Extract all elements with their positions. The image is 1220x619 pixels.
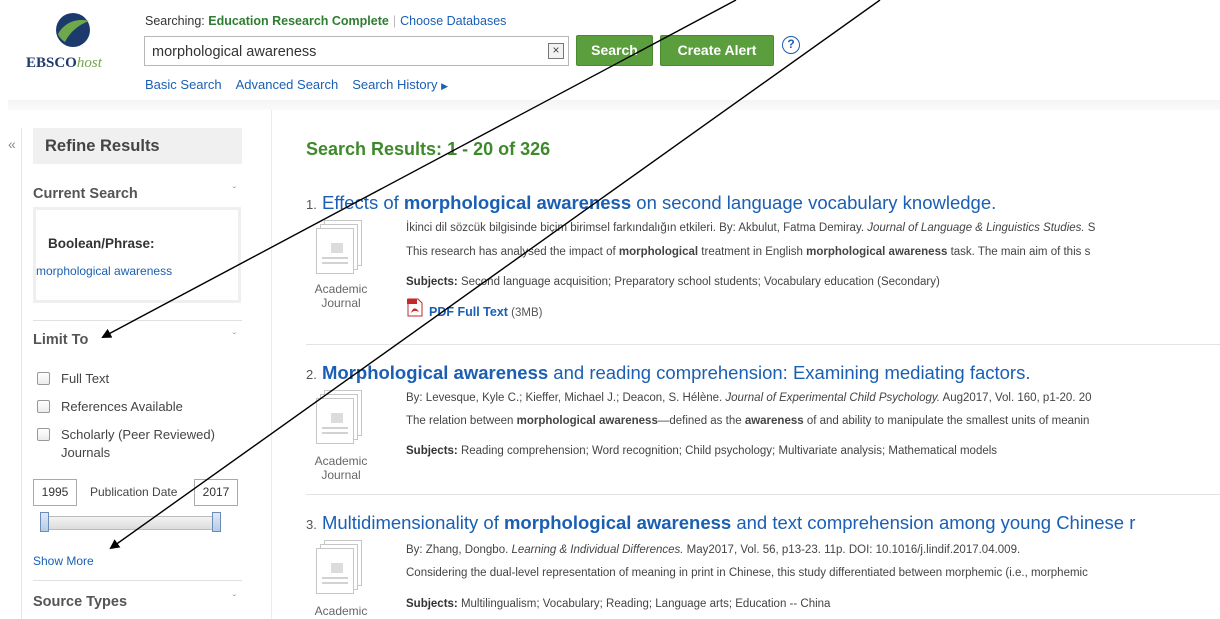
result-subjects: Subjects: Reading comprehension; Word re…: [406, 445, 998, 457]
search-subnav: Basic Search Advanced Search Search Histor…: [145, 77, 462, 92]
chevron-down-icon: ˇ: [232, 186, 236, 197]
publication-date-label: Publication Date: [90, 485, 178, 499]
publication-type: Academic: [314, 604, 368, 618]
database-name: Education Research Complete: [208, 14, 389, 28]
chevron-down-icon: ˇ: [232, 594, 236, 605]
limit-to-header[interactable]: Limit To ˇ: [33, 332, 242, 348]
result-citation: By: Levesque, Kyle C.; Kieffer, Michael …: [406, 392, 1092, 404]
current-search-header[interactable]: Current Search ˇ: [33, 186, 242, 202]
pdf-icon[interactable]: [407, 298, 423, 317]
date-to-input[interactable]: 2017: [194, 479, 238, 506]
pdf-full-text-link[interactable]: PDF Full Text (3MB): [429, 305, 542, 319]
result-item-1: 1. Effects of morphological awareness on…: [306, 192, 1220, 342]
header: EBSCOhost Searching: Education Research …: [0, 0, 1220, 100]
search-input[interactable]: [152, 42, 532, 62]
references-available-checkbox[interactable]: [37, 400, 50, 413]
sidebar-divider: [33, 580, 242, 581]
search-history-link[interactable]: Search History ▶: [352, 77, 448, 92]
collapse-icon: «: [8, 136, 16, 152]
searching-line: Searching: Education Research Complete | C…: [145, 14, 507, 28]
show-more-link[interactable]: Show More: [33, 554, 94, 568]
result-subjects: Subjects: Multilingualism; Vocabulary; R…: [406, 598, 831, 610]
results-divider: [271, 110, 272, 619]
refine-results-title: Refine Results: [45, 137, 160, 155]
result-separator: [306, 344, 1220, 345]
result-item-2: 2. Morphological awareness and reading c…: [306, 362, 1220, 492]
scholarly-checkbox[interactable]: [37, 428, 50, 441]
result-subjects: Subjects: Second language acquisition; P…: [406, 276, 940, 288]
publication-type: Academic Journal: [314, 454, 368, 482]
result-abstract: This research has analysed the impact of…: [406, 246, 1091, 258]
date-slider-handle-end[interactable]: [212, 512, 221, 532]
result-separator: [306, 494, 1220, 495]
header-divider: [8, 100, 1220, 110]
result-title-1[interactable]: 1. Effects of morphological awareness on…: [306, 192, 996, 214]
publication-type: Academic Journal: [314, 282, 368, 310]
result-citation: By: Zhang, Dongbo. Learning & Individual…: [406, 544, 1021, 556]
result-citation: İkinci dil sözcük bilgisinde biçim birim…: [406, 222, 1096, 234]
result-abstract: Considering the dual-level representatio…: [406, 567, 1088, 579]
help-icon[interactable]: ?: [782, 36, 800, 54]
caret-right-icon: ▶: [441, 81, 449, 91]
document-icon[interactable]: [316, 220, 366, 276]
search-button[interactable]: Search: [576, 35, 653, 66]
ebsco-logo[interactable]: EBSCOhost: [26, 10, 122, 90]
logo-text: EBSCOhost: [26, 55, 102, 71]
results-heading: Search Results: 1 - 20 of 326: [306, 139, 551, 159]
full-text-checkbox[interactable]: [37, 372, 50, 385]
clear-icon[interactable]: ×: [548, 43, 564, 59]
create-alert-button[interactable]: Create Alert: [660, 35, 774, 66]
date-slider-track[interactable]: [43, 516, 221, 530]
search-box[interactable]: ×: [144, 36, 569, 66]
choose-databases-link[interactable]: Choose Databases: [400, 14, 506, 28]
basic-search-link[interactable]: Basic Search: [145, 77, 222, 92]
result-title-3[interactable]: 3. Multidimensionality of morphological …: [306, 512, 1135, 534]
date-from-input[interactable]: 1995: [33, 479, 77, 506]
refine-results-header: Refine Results: [33, 128, 242, 164]
document-icon[interactable]: [316, 540, 366, 596]
advanced-search-link[interactable]: Advanced Search: [236, 77, 339, 92]
ebsco-logo-icon: [56, 13, 90, 47]
current-search-box: Boolean/Phrase: morphological awareness: [33, 207, 241, 303]
date-slider-handle-start[interactable]: [40, 512, 49, 532]
boolean-phrase-value[interactable]: morphological awareness: [36, 264, 172, 278]
boolean-phrase-label: Boolean/Phrase:: [48, 236, 155, 251]
result-abstract: The relation between morphological aware…: [406, 415, 1090, 427]
chevron-down-icon: ˇ: [232, 332, 236, 343]
result-title-2[interactable]: 2. Morphological awareness and reading c…: [306, 362, 1030, 384]
source-types-header[interactable]: Source Types ˇ: [33, 594, 242, 610]
sidebar-divider: [33, 320, 242, 321]
result-item-3: 3. Multidimensionality of morphological …: [306, 512, 1220, 619]
collapse-panel-handle[interactable]: «: [0, 128, 22, 619]
document-icon[interactable]: [316, 390, 366, 446]
